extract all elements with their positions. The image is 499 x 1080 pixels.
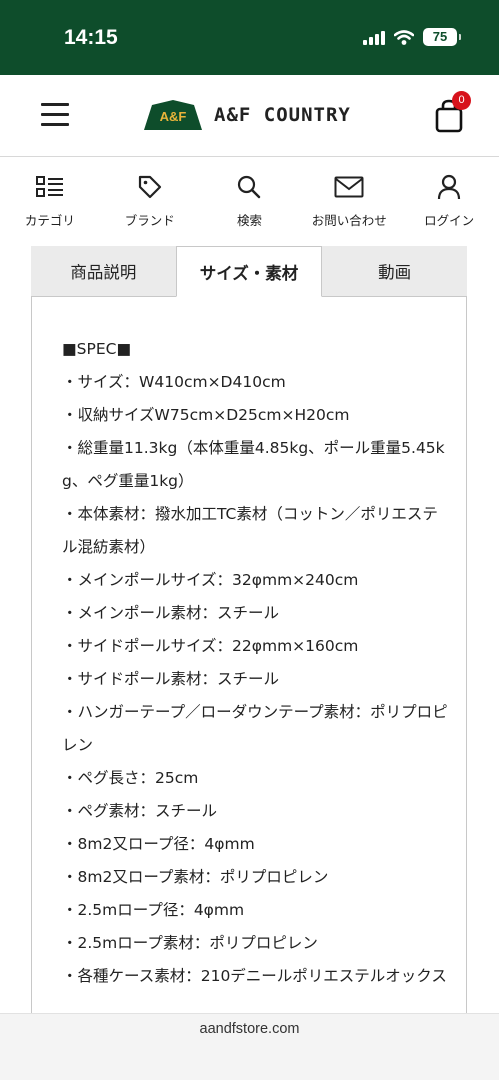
spec-line: ・ペグ素材：スチール bbox=[62, 802, 218, 820]
nav-item-login[interactable]: ログイン bbox=[399, 157, 499, 237]
nav-label-brand: ブランド bbox=[124, 213, 175, 228]
spec-line: ・2.5mロープ径：4φmm bbox=[62, 901, 245, 919]
cellular-signal-icon bbox=[363, 29, 385, 45]
spec-line: ・ペグ長さ：25cm bbox=[62, 769, 199, 787]
tag-icon bbox=[138, 175, 161, 199]
search-icon bbox=[238, 175, 261, 199]
spec-line: ・メインポール素材：スチール bbox=[62, 604, 280, 622]
category-list-icon bbox=[35, 176, 63, 197]
nav-item-brand[interactable]: ブランド bbox=[100, 157, 200, 237]
status-bar: 14:15 75 bbox=[0, 0, 499, 75]
spec-line: ・サイドポール素材：スチール bbox=[62, 670, 280, 688]
mail-icon bbox=[334, 176, 364, 198]
status-time: 14:15 bbox=[64, 26, 118, 49]
spec-line: ・メインポールサイズ：32φmm×240cm bbox=[62, 571, 359, 589]
spec-line: ・サイズ：W410cm×D410cm bbox=[62, 373, 286, 391]
spec-list: ■SPEC■ ・サイズ：W410cm×D410cm ・収納サイズW75cm×D2… bbox=[62, 333, 448, 993]
logo-badge-text: A&F bbox=[159, 109, 187, 124]
spec-line: ・8m2又ロープ素材：ポリプロピレン bbox=[62, 868, 329, 886]
nav-label-login: ログイン bbox=[424, 213, 475, 228]
nav-item-search[interactable]: 検索 bbox=[200, 157, 300, 237]
menu-icon[interactable] bbox=[41, 103, 69, 127]
wifi-icon bbox=[394, 29, 414, 45]
nav-label-category: カテゴリ bbox=[24, 213, 75, 228]
cart-count-badge: 0 bbox=[452, 91, 471, 110]
spec-line: ・総重量11.3kg（本体重量4.85kg、ポール重量5.45kg、ペグ重量1k… bbox=[62, 439, 445, 490]
status-icons: 75 bbox=[363, 28, 461, 46]
tab-description[interactable]: 商品説明 bbox=[31, 246, 176, 297]
tab-video[interactable]: 動画 bbox=[322, 246, 468, 297]
spec-line: ・収納サイズW75cm×D25cm×H20cm bbox=[62, 406, 350, 424]
spec-line: ・2.5mロープ素材：ポリプロピレン bbox=[62, 934, 318, 952]
product-tabs: 商品説明 サイズ・素材 動画 bbox=[31, 246, 468, 297]
spec-line: ・本体素材：撥水加工TC素材（コットン／ポリエステル混紡素材） bbox=[62, 505, 438, 556]
site-logo[interactable]: A&F A&F COUNTRY bbox=[142, 97, 351, 133]
logo-text: A&F COUNTRY bbox=[214, 104, 351, 126]
nav-label-search: 検索 bbox=[236, 213, 262, 228]
browser-address-bar[interactable]: aandfstore.com bbox=[0, 1013, 499, 1080]
site-header: A&F A&F COUNTRY 0 bbox=[0, 75, 499, 157]
spec-heading: ■SPEC■ bbox=[62, 340, 132, 358]
icon-nav: カテゴリ ブランド 検索 お問い合わせ ログイン bbox=[0, 157, 499, 237]
spec-line: ・8m2又ロープ径：4φmm bbox=[62, 835, 255, 853]
url-text[interactable]: aandfstore.com bbox=[0, 1021, 499, 1037]
spec-line: ・各種ケース素材：210デニールポリエステルオックス bbox=[62, 967, 447, 985]
user-icon bbox=[437, 174, 461, 200]
logo-badge: A&F bbox=[142, 99, 204, 131]
nav-label-contact: お問い合わせ bbox=[311, 213, 387, 228]
spec-line: ・サイドポールサイズ：22φmm×160cm bbox=[62, 637, 359, 655]
nav-item-category[interactable]: カテゴリ bbox=[0, 157, 100, 237]
spec-line: ・ハンガーテープ／ローダウンテープ素材：ポリプロピレン bbox=[62, 703, 448, 754]
tab-size-material[interactable]: サイズ・素材 bbox=[175, 246, 323, 297]
nav-item-contact[interactable]: お問い合わせ bbox=[299, 157, 399, 237]
battery-indicator: 75 bbox=[423, 28, 461, 46]
